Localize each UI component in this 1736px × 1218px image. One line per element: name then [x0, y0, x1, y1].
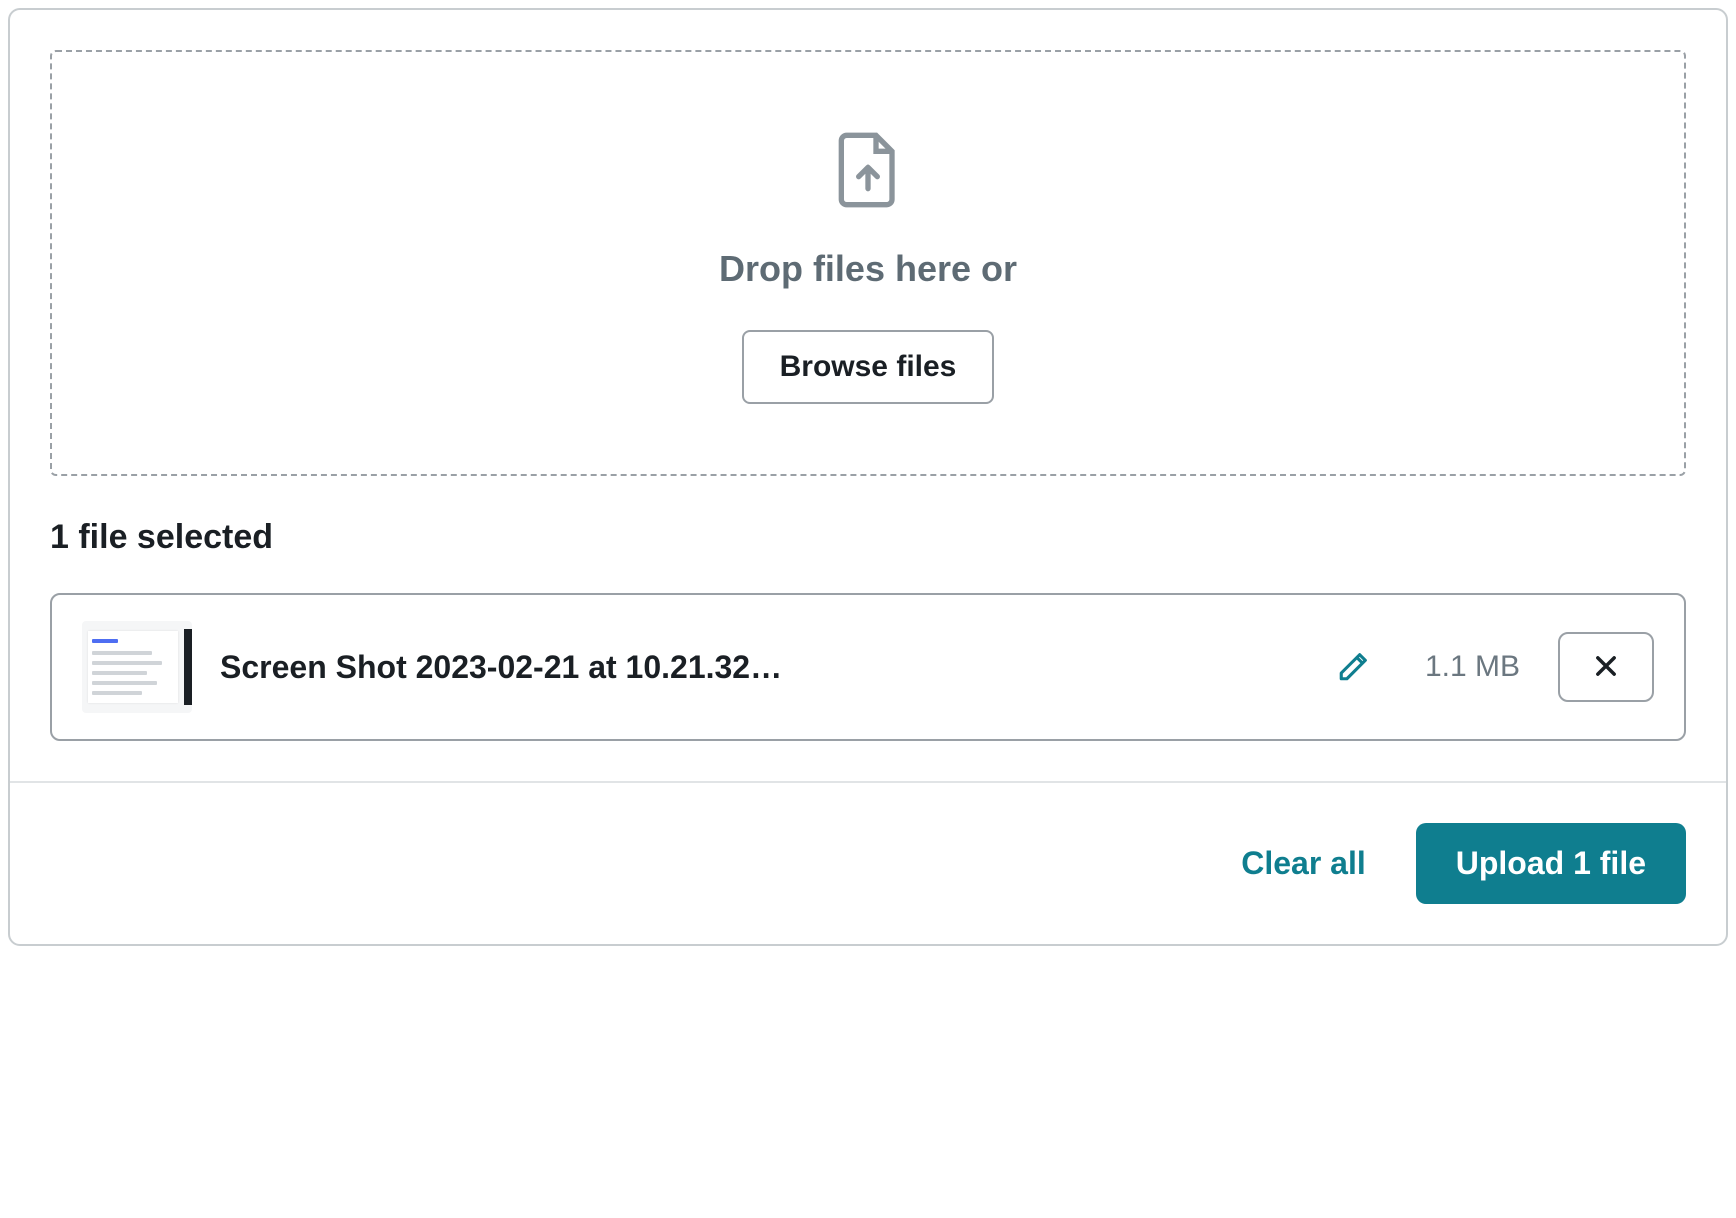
dropzone-prompt: Drop files here or	[719, 248, 1017, 290]
upload-button[interactable]: Upload 1 file	[1416, 823, 1686, 904]
clear-all-button[interactable]: Clear all	[1241, 845, 1366, 882]
selected-files-heading: 1 file selected	[50, 518, 1686, 557]
uploader-panel: Drop files here or Browse files 1 file s…	[8, 8, 1728, 946]
edit-file-button[interactable]	[1331, 643, 1377, 692]
dropzone[interactable]: Drop files here or Browse files	[50, 50, 1686, 476]
remove-file-button[interactable]	[1558, 632, 1654, 702]
file-name: Screen Shot 2023-02-21 at 10.21.32…	[220, 649, 1303, 686]
footer-actions: Clear all Upload 1 file	[50, 783, 1686, 904]
pencil-icon	[1337, 671, 1371, 686]
file-thumbnail	[82, 621, 192, 713]
file-row: Screen Shot 2023-02-21 at 10.21.32… 1.1 …	[50, 593, 1686, 741]
browse-files-button[interactable]: Browse files	[742, 330, 995, 404]
close-icon	[1592, 652, 1620, 683]
upload-file-icon	[836, 132, 900, 208]
file-size: 1.1 MB	[1425, 650, 1520, 684]
